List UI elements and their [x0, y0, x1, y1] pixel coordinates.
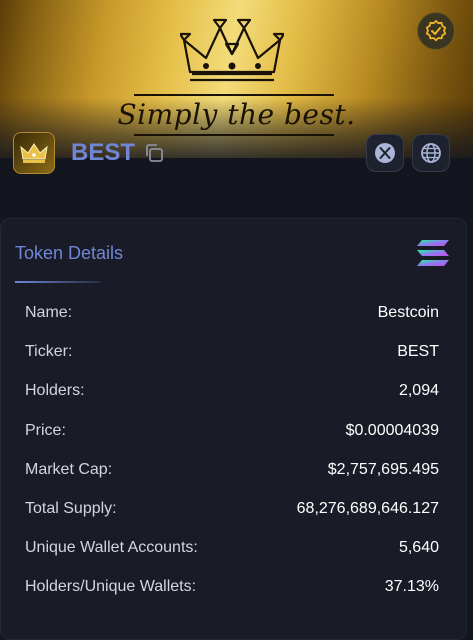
card-title: Token Details: [15, 243, 124, 263]
detail-value: 37.13%: [384, 578, 439, 595]
detail-label: Price:: [25, 422, 66, 439]
detail-value: BEST: [397, 343, 439, 360]
crown-illustration: [180, 18, 284, 82]
detail-label: Holders/Unique Wallets:: [25, 578, 197, 595]
banner-tagline: Simply the best.: [117, 98, 356, 131]
website-link-button[interactable]: [412, 134, 450, 172]
detail-row-holders: Holders: 2,094: [25, 382, 439, 404]
title-underline: [15, 281, 101, 283]
detail-row-price: Price: $0.00004039: [25, 422, 439, 444]
detail-row-market-cap: Market Cap: $2,757,695.495: [25, 461, 439, 483]
verified-badge-icon[interactable]: [417, 12, 455, 50]
detail-row-name: Name: Bestcoin: [25, 304, 439, 326]
globe-icon: [421, 143, 441, 163]
detail-label: Total Supply:: [25, 500, 117, 517]
detail-value: 5,640: [398, 539, 439, 556]
crown-logo-icon: [13, 132, 55, 174]
tagline-rule-top: [134, 94, 334, 96]
copy-icon[interactable]: [143, 142, 165, 164]
detail-row-holders-ratio: Holders/Unique Wallets: 37.13%: [25, 578, 439, 600]
detail-value: $2,757,695.495: [327, 461, 439, 478]
x-link-button[interactable]: [366, 134, 404, 172]
detail-row-ticker: Ticker: BEST: [25, 343, 439, 365]
detail-value: Bestcoin: [377, 304, 439, 321]
token-symbol: BEST: [71, 139, 136, 166]
detail-row-total-supply: Total Supply: 68,276,689,646.127: [25, 500, 439, 522]
detail-label: Holders:: [25, 382, 85, 399]
detail-label: Unique Wallet Accounts:: [25, 539, 198, 556]
x-logo-icon: [375, 143, 395, 163]
detail-label: Market Cap:: [25, 461, 113, 478]
detail-row-unique-wallets: Unique Wallet Accounts: 5,640: [25, 539, 439, 561]
detail-value: 68,276,689,646.127: [296, 500, 439, 517]
detail-label: Name:: [25, 304, 73, 321]
detail-label: Ticker:: [25, 343, 73, 360]
detail-value: $0.00004039: [345, 422, 439, 439]
solana-icon: [417, 240, 449, 266]
token-details-card: Token Details Name: Bestcoin Ticker: BES…: [0, 218, 467, 640]
detail-value: 2,094: [398, 382, 439, 399]
token-header: BEST: [0, 130, 473, 176]
